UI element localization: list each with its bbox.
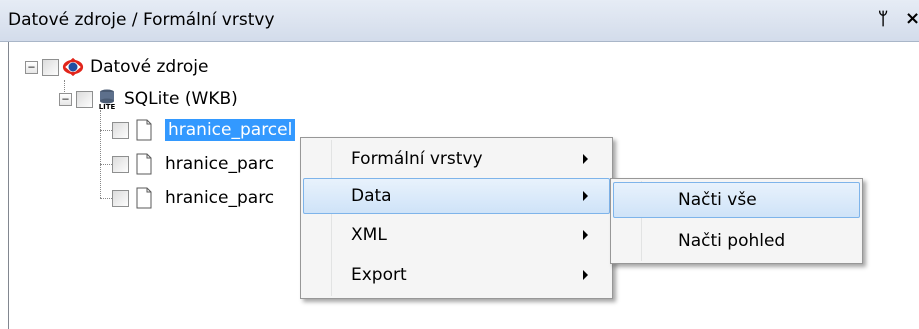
tree-connector (100, 110, 101, 198)
submenu-arrow-icon (583, 230, 588, 240)
tree-node-root[interactable]: − Datové zdroje (25, 54, 208, 80)
tree-node-label: Datové zdroje (90, 57, 209, 77)
menu-item-load-all[interactable]: Načti vše (613, 182, 860, 218)
tree-node-label: SQLite (WKB) (124, 89, 238, 109)
panel-title: Datové zdroje / Formální vrstvy (8, 10, 275, 30)
tree-node-label: hranice_parc (165, 154, 275, 174)
tree-checkbox[interactable] (112, 121, 129, 139)
menu-item-label: Data (351, 186, 392, 206)
database-lite-icon: LITE (96, 88, 118, 111)
document-icon (133, 119, 155, 141)
menu-item-label: Export (351, 265, 407, 285)
tree-connector (100, 198, 112, 199)
menu-item-formal-layers[interactable]: Formální vrstvy (303, 141, 610, 177)
document-icon (133, 187, 155, 209)
collapse-icon[interactable]: − (59, 92, 72, 106)
menu-item-label: XML (351, 225, 387, 245)
tree-checkbox[interactable] (112, 155, 129, 173)
menu-item-data[interactable]: Data (303, 178, 610, 214)
submenu-data: Načti vše Načti pohled (610, 178, 863, 264)
tree-checkbox[interactable] (76, 90, 93, 108)
tree-connector (100, 164, 112, 165)
tree-node-label: hranice_parcel (165, 119, 296, 141)
context-menu: Formální vrstvy Data XML Export (300, 137, 613, 299)
menu-item-export[interactable]: Export (303, 257, 610, 293)
submenu-arrow-icon (583, 154, 588, 164)
tree-node-layer[interactable]: hranice_parc (112, 151, 274, 177)
submenu-arrow-icon (583, 191, 588, 201)
menu-item-load-view[interactable]: Načti pohled (613, 223, 860, 259)
collapse-icon[interactable]: − (25, 60, 38, 74)
menu-item-label: Formální vrstvy (351, 149, 483, 169)
menu-item-label: Načti vše (678, 190, 757, 210)
document-icon (133, 153, 155, 175)
tree-node-layer[interactable]: hranice_parcel (112, 117, 296, 143)
tree-node-sqlite[interactable]: − LITE SQLite (WKB) (59, 86, 238, 112)
tree-connector (100, 130, 112, 131)
pin-icon[interactable]: ᛘ (878, 9, 888, 29)
menu-item-xml[interactable]: XML (303, 217, 610, 253)
menu-item-label: Načti pohled (678, 231, 786, 251)
svg-text:LITE: LITE (99, 103, 116, 110)
tree-checkbox[interactable] (112, 189, 129, 207)
close-icon[interactable]: × (905, 8, 919, 29)
submenu-arrow-icon (583, 270, 588, 280)
panel-title-bar: Datové zdroje / Formální vrstvy ᛘ × (0, 0, 919, 42)
tree-node-label: hranice_parc (165, 188, 275, 208)
tree-node-layer[interactable]: hranice_parc (112, 185, 274, 211)
tree-checkbox[interactable] (42, 58, 59, 76)
datasource-icon (62, 56, 84, 78)
